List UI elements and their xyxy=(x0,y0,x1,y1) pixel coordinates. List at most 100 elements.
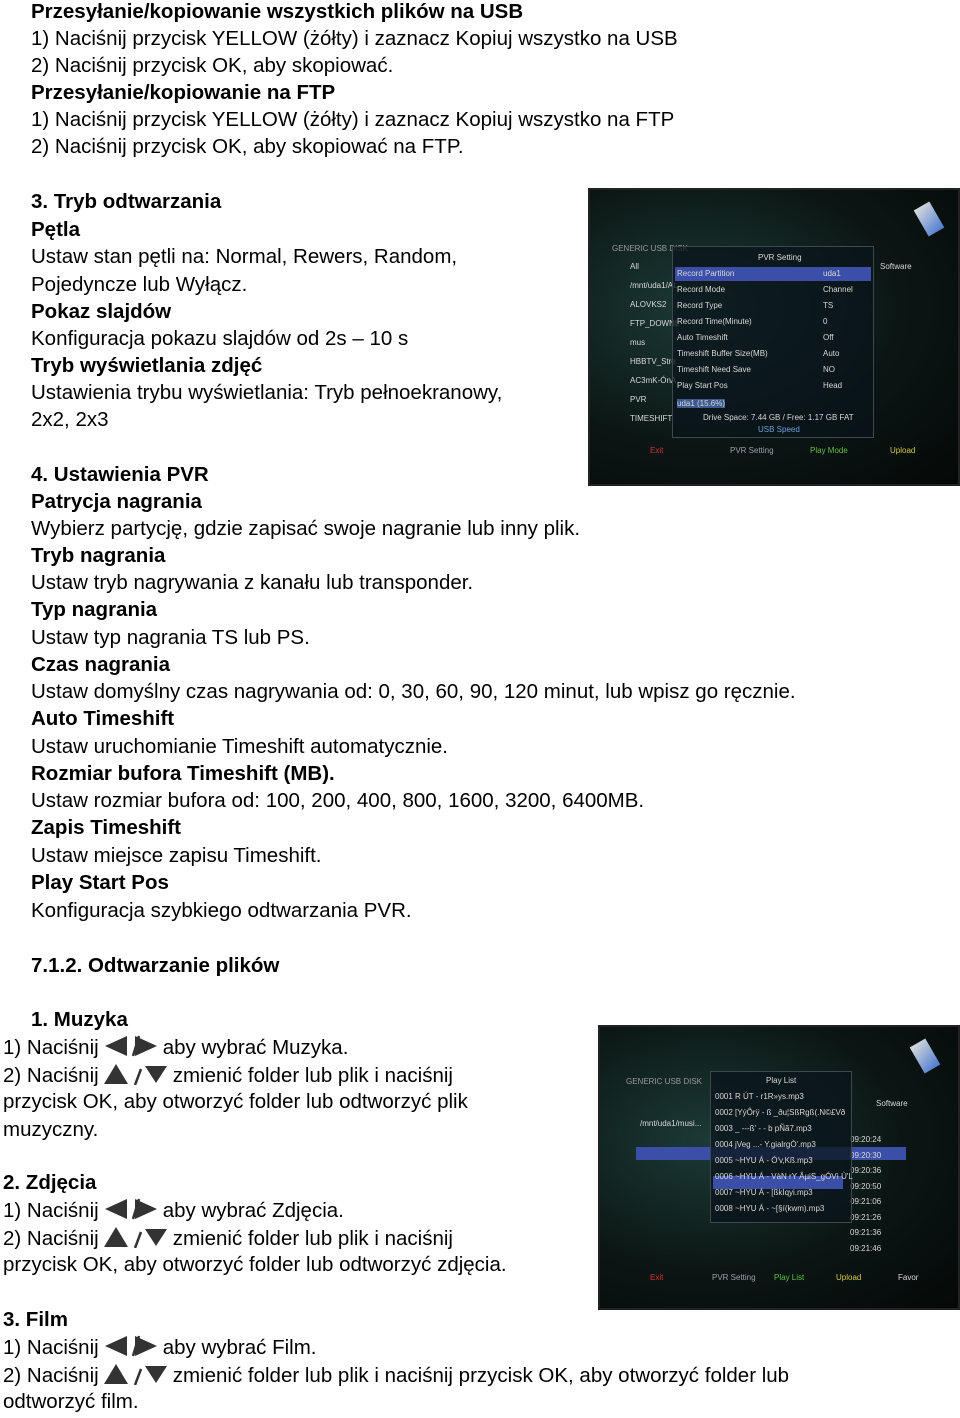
playlist-item: 0008 ~HYU Á - ~[§í(kwm).mp3 xyxy=(715,1204,825,1213)
paragraph-line: 2x2, 2x3 xyxy=(31,408,109,431)
step-text: aby wybrać Film. xyxy=(162,1336,317,1359)
setting-value: NO xyxy=(823,365,835,374)
setting-name: Timeshift Buffer Size(MB) xyxy=(677,349,768,358)
up-down-arrows-icon xyxy=(103,1226,169,1254)
step-prefix: 2) Naciśnij xyxy=(3,1227,99,1250)
play-list-panel: Play List 0001 R ÚT - r1R»ys.mp3 0002 [YýÔ… xyxy=(710,1071,853,1223)
setting-name: Record Partition xyxy=(677,269,735,278)
heading: 7.1.2. Odtwarzanie plików xyxy=(31,954,280,977)
playlist-item: 0005 ~HYU Á - Ó'v,Kß.mp3 xyxy=(715,1156,813,1165)
device-name: GENERIC USB DISK xyxy=(626,1077,703,1086)
heading: Pokaz slajdów xyxy=(31,300,172,323)
heading: Przesyłanie/kopiowanie wszystkich plików… xyxy=(31,0,524,23)
heading: Typ nagrania xyxy=(31,598,158,621)
footer-play-mode: Play Mode xyxy=(810,446,848,455)
heading: Play Start Pos xyxy=(31,871,169,894)
left-right-arrows-icon xyxy=(103,1335,159,1363)
setting-name: Record Mode xyxy=(677,285,726,294)
heading: Rozmiar bufora Timeshift (MB). xyxy=(31,762,335,785)
playlist-item: 0006 ~HYU Á - VàN rY ÂµiS_gÓVì Ù'L xyxy=(715,1172,853,1181)
paragraph-line: Ustaw typ nagrania TS lub PS. xyxy=(31,626,310,649)
time: 09:20:36 xyxy=(850,1166,882,1175)
heading: 1. Muzyka xyxy=(31,1008,128,1031)
setting-value: TS xyxy=(823,301,834,310)
footer-pvr-setting: PVR Setting xyxy=(730,446,774,455)
file-item: HBBTV_Stre xyxy=(630,357,676,366)
step-line: 1) Naciśnij aby wybrać Muzyka. xyxy=(3,1035,348,1063)
step-line: 1) Naciśnij aby wybrać Film. xyxy=(3,1335,316,1363)
paragraph-line: przycisk OK, aby otworzyć folder lub odt… xyxy=(3,1253,507,1276)
up-down-arrows-icon xyxy=(103,1063,169,1091)
time: 09:21:36 xyxy=(850,1228,882,1237)
right-label: Software xyxy=(876,1099,908,1108)
paragraph-line: 1) Naciśnij przycisk YELLOW (żółty) i za… xyxy=(31,27,678,50)
heading: Auto Timeshift xyxy=(31,707,175,730)
setting-value: 0 xyxy=(823,317,828,326)
heading: Pętla xyxy=(31,218,80,241)
footer-exit: Exit xyxy=(650,1273,664,1282)
step-text: aby wybrać Zdjęcia. xyxy=(162,1199,344,1222)
heading: 2. Zdjęcia xyxy=(3,1171,97,1194)
left-right-arrows-icon xyxy=(103,1035,159,1063)
heading: 3. Film xyxy=(3,1308,68,1331)
step-prefix: 1) Naciśnij xyxy=(3,1336,99,1359)
footer-play-list: Play List xyxy=(774,1273,805,1282)
footer-pvr-setting: PVR Setting xyxy=(712,1273,756,1282)
pvr-setting-screenshot: GENERIC USB DISK Software All/mnt/uda1/AL A… xyxy=(588,188,960,486)
file-item: TIMESHIFT xyxy=(630,414,673,423)
paragraph-line: Wybierz partycję, gdzie zapisać swoje na… xyxy=(31,517,581,540)
path: /mnt/uda1/musi... xyxy=(640,1119,702,1128)
heading: Patrycja nagrania xyxy=(31,490,202,513)
playlist-item: 0001 R ÚT - r1R»ys.mp3 xyxy=(715,1092,804,1101)
paragraph-line: Konfiguracja szybkiego odtwarzania PVR. xyxy=(31,899,412,922)
footer-upload: Upload xyxy=(836,1273,862,1282)
time: 09:21:46 xyxy=(850,1243,882,1253)
up-down-arrows-icon xyxy=(103,1363,169,1391)
file-item: /mnt/uda1/AL xyxy=(630,281,678,290)
time: 09:20:50 xyxy=(850,1181,882,1191)
heading: 4. Ustawienia PVR xyxy=(31,463,209,486)
step-text: zmienić folder lub plik i naciśnij przyc… xyxy=(172,1364,790,1387)
paragraph-line: muzyczny. xyxy=(3,1118,99,1141)
step-prefix: 1) Naciśnij xyxy=(3,1036,99,1059)
panel-title: PVR Setting xyxy=(758,253,802,262)
paragraph-line: Ustaw tryb nagrywania z kanału lub trans… xyxy=(31,571,474,594)
playlist-item: 0004 jVeg ...- Y.gialrgÒ'.mp3 xyxy=(715,1140,816,1149)
time: 09:20:24 xyxy=(850,1135,882,1144)
setting-name: Timeshift Need Save xyxy=(677,365,751,374)
paragraph-line: przycisk OK, aby otworzyć folder lub odt… xyxy=(3,1090,468,1113)
setting-name: Play Start Pos xyxy=(677,381,728,390)
footer-exit: Exit xyxy=(650,446,664,455)
satellite-logo-icon xyxy=(913,201,945,237)
paragraph-line: 2) Naciśnij przycisk OK, aby skopiować. xyxy=(31,54,394,77)
paragraph-line: Ustaw miejsce zapisu Timeshift. xyxy=(31,844,322,867)
paragraph-line: 2) Naciśnij przycisk OK, aby skopiować n… xyxy=(31,135,464,158)
left-right-arrows-icon xyxy=(103,1198,159,1226)
panel-title: Play List xyxy=(766,1076,797,1085)
file-item: mus xyxy=(630,338,646,347)
pvr-setting-panel: PVR Setting Record Partition uda1 Record Mo… xyxy=(672,246,874,438)
step-line: 2) Naciśnij zmienić folder lub plik i nac… xyxy=(3,1226,453,1254)
file-item: AC3mK-ÓnA xyxy=(630,376,677,385)
setting-name: Record Type xyxy=(677,301,723,310)
heading: Zapis Timeshift xyxy=(31,816,181,839)
play-list-screenshot: GENERIC USB DISK Software/mnt/uda1/musi..… xyxy=(598,1025,960,1310)
drive-space: Drive Space: 7.44 GB / Free: 1.17 GB FAT xyxy=(703,413,854,422)
paragraph-line: Ustawienia trybu wyświetlania: Tryb pełn… xyxy=(31,381,503,404)
file-item: PVR xyxy=(630,395,647,404)
usb-speed: USB Speed xyxy=(758,425,800,434)
step-line: 2) Naciśnij zmienić folder lub plik i nac… xyxy=(3,1363,789,1391)
setting-name: Record Time(Minute) xyxy=(677,317,752,326)
playlist-item: 0002 [YýÔrÿ - ß _ðu¦SßRgß(.N©£Vð xyxy=(715,1108,846,1117)
paragraph-line: Ustaw rozmiar bufora od: 100, 200, 400, … xyxy=(31,789,645,812)
satellite-logo-icon xyxy=(909,1038,941,1074)
step-prefix: 1) Naciśnij xyxy=(3,1199,99,1222)
step-line: 2) Naciśnij zmienić folder lub plik i nac… xyxy=(3,1063,453,1091)
step-prefix: 2) Naciśnij xyxy=(3,1064,99,1087)
step-text: zmienić folder lub plik i naciśnij xyxy=(172,1064,453,1087)
setting-value: Head xyxy=(823,381,843,390)
paragraph-line: Ustaw uruchomianie Timeshift automatyczn… xyxy=(31,735,449,758)
heading: 3. Tryb odtwarzania xyxy=(31,190,222,213)
heading: Tryb nagrania xyxy=(31,544,166,567)
right-label: Software xyxy=(880,262,912,271)
